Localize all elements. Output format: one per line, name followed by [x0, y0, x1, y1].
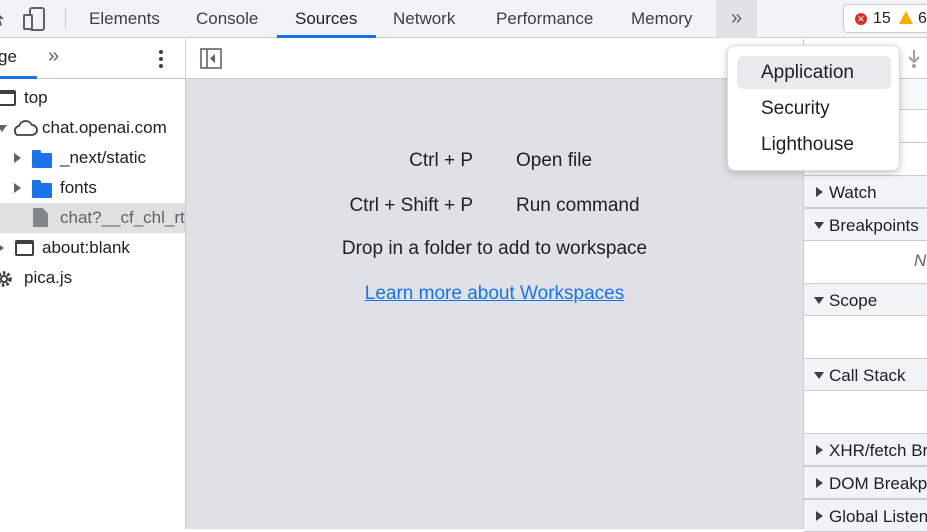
toggle-navigator-icon[interactable]: [200, 48, 222, 70]
chevron-right-icon: [816, 478, 823, 488]
editor-placeholder: Ctrl + P Open file Ctrl + Shift + P Run …: [186, 39, 803, 529]
section-xhr-breakpoints[interactable]: XHR/fetch Breakpoints: [804, 433, 927, 466]
tab-elements[interactable]: Elements: [89, 0, 160, 38]
tab-sources[interactable]: Sources: [295, 0, 357, 38]
chevron-down-icon[interactable]: [0, 125, 7, 132]
no-breakpoints-text: N: [914, 251, 927, 270]
section-scope[interactable]: Scope: [804, 283, 927, 316]
frame-icon: [15, 240, 34, 256]
section-call-stack[interactable]: Call Stack: [804, 358, 927, 391]
folder-icon: [32, 180, 52, 198]
warning-count: 6: [918, 10, 927, 27]
chevron-right-icon[interactable]: [14, 153, 21, 163]
tree-item-frame[interactable]: about:blank: [0, 233, 185, 263]
navigator-tab-page[interactable]: ge: [0, 47, 17, 67]
chevron-down-icon: [814, 297, 824, 304]
tree-item-label: chat.openai.com: [42, 118, 167, 137]
devtools-tab-bar: Elements Console Sources Network Perform…: [0, 0, 927, 38]
document-icon: [33, 208, 48, 227]
chevron-down-icon: [814, 222, 824, 229]
warning-icon: [899, 11, 913, 24]
device-toolbar-icon[interactable]: [22, 6, 48, 32]
workspace-drop-hint: Drop in a folder to add to workspace: [341, 238, 648, 259]
issues-counter-button[interactable]: ✕ 15 6: [843, 4, 927, 33]
tree-item-label: about:blank: [42, 238, 130, 257]
shortcut-keys: Ctrl + Shift + P: [349, 195, 473, 216]
chevron-right-icon: [816, 187, 823, 197]
chevron-right-icon: [816, 445, 823, 455]
folder-icon: [32, 150, 52, 168]
section-label: DOM Breakpoints: [829, 474, 927, 493]
navigator-menu-icon[interactable]: [155, 49, 167, 71]
section-label: Global Listeners: [829, 507, 927, 526]
chevron-down-icon: [814, 372, 824, 379]
tree-item-label: chat?__cf_chl_rt_: [60, 208, 185, 227]
tab-performance[interactable]: Performance: [496, 0, 593, 38]
navigator-header: ge »: [0, 39, 185, 79]
navigator-tab-indicator: [0, 76, 37, 79]
more-tabs-button[interactable]: »: [716, 0, 757, 38]
chevron-right-icon[interactable]: [14, 183, 21, 193]
section-label: Watch: [829, 183, 877, 202]
tree-item-folder[interactable]: _next/static: [0, 143, 185, 173]
tree-item-file[interactable]: chat?__cf_chl_rt_: [0, 203, 185, 233]
inspect-element-icon[interactable]: [0, 9, 8, 29]
frame-icon: [0, 90, 16, 106]
error-count: 15: [873, 10, 891, 27]
section-watch[interactable]: Watch: [804, 175, 927, 208]
section-label: Call Stack: [829, 366, 906, 385]
tree-item-label: pica.js: [24, 268, 73, 287]
section-global-listeners[interactable]: Global Listeners: [804, 499, 927, 532]
section-label: XHR/fetch Breakpoints: [829, 441, 927, 460]
editor-toolbar: [186, 39, 803, 79]
gear-icon: [0, 271, 12, 287]
chevron-right-icon: [816, 511, 823, 521]
tree-item-label: _next/static: [60, 148, 146, 167]
tree-item-worker[interactable]: pica.js: [0, 263, 185, 293]
cloud-icon: [14, 120, 38, 136]
tree-item-folder[interactable]: fonts: [0, 173, 185, 203]
navigator-more-tabs-button[interactable]: »: [48, 45, 59, 68]
tab-network[interactable]: Network: [393, 0, 455, 38]
tab-memory[interactable]: Memory: [631, 0, 692, 38]
menu-item-application[interactable]: Application: [737, 56, 891, 89]
section-dom-breakpoints[interactable]: DOM Breakpoints: [804, 466, 927, 499]
shortcut-keys: Ctrl + P: [409, 150, 473, 171]
learn-workspaces-link[interactable]: Learn more about Workspaces: [186, 283, 803, 305]
chevron-right-icon[interactable]: [0, 243, 4, 253]
section-label: Breakpoints: [829, 216, 919, 235]
shortcut-description: Open file: [516, 150, 593, 171]
file-navigator: ge » top chat.openai.com _next/static fo…: [0, 39, 186, 529]
tree-item-top[interactable]: top: [0, 83, 185, 113]
tree-item-label: fonts: [60, 178, 97, 197]
tree-item-label: top: [24, 88, 48, 107]
shortcut-description: Run command: [516, 195, 640, 216]
active-tab-indicator: [277, 35, 376, 38]
error-icon: ✕: [855, 13, 867, 25]
tab-console[interactable]: Console: [196, 0, 258, 38]
section-breakpoints[interactable]: Breakpoints: [804, 208, 927, 241]
step-into-icon[interactable]: [906, 49, 922, 69]
menu-item-lighthouse[interactable]: Lighthouse: [737, 128, 891, 161]
toolbar-divider: [65, 8, 66, 30]
tree-item-domain[interactable]: chat.openai.com: [0, 113, 185, 143]
section-label: Scope: [829, 291, 878, 310]
menu-item-security[interactable]: Security: [737, 92, 891, 125]
more-tabs-menu: Application Security Lighthouse: [727, 45, 900, 171]
